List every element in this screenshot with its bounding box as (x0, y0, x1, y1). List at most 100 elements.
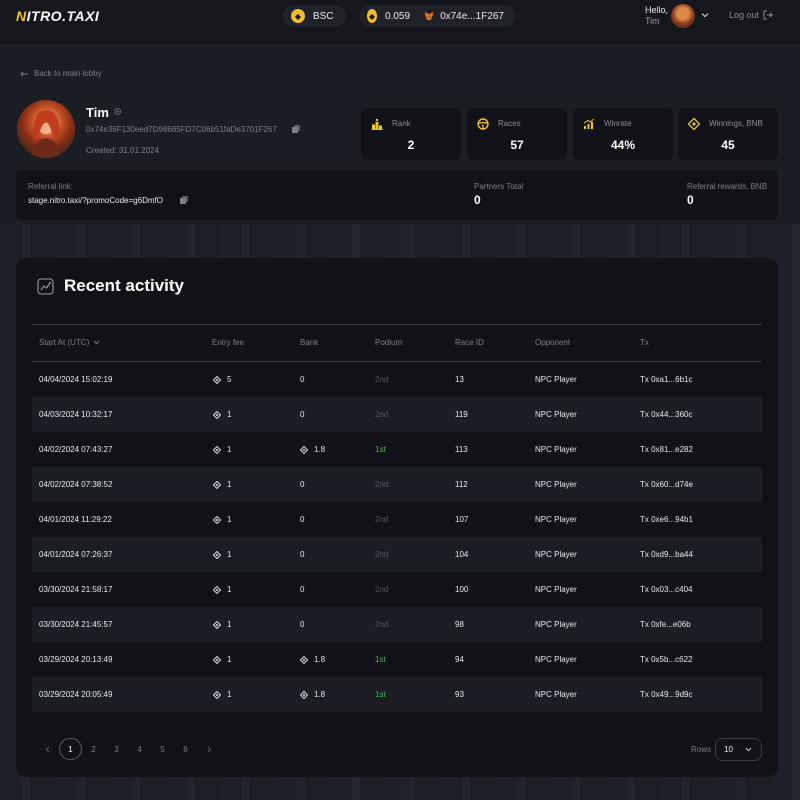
cell-tx-link[interactable]: Tx 0x60...d74e (640, 480, 693, 489)
page-button-5[interactable]: 5 (151, 738, 174, 760)
app-logo[interactable]: NITRO.TAXI (16, 8, 99, 24)
referral-panel: Referral link: stage.nitro.taxi/?promoCo… (16, 170, 778, 220)
referral-link-value[interactable]: stage.nitro.taxi/?promoCode=g6DmfO (28, 196, 163, 205)
cell-tx-link[interactable]: Tx 0x44...360c (640, 410, 692, 419)
cell-podium: 2nd (375, 410, 389, 419)
table-row: 03/30/2024 21:58:17 1 0 2nd 100 NPC Player Tx … (32, 572, 762, 607)
cell-bank: 0 (300, 585, 305, 594)
chevron-down-icon (745, 747, 752, 752)
user-avatar[interactable] (671, 4, 695, 28)
page-button-6[interactable]: 6 (174, 738, 197, 760)
referral-link-label: Referral link: (28, 182, 73, 191)
column-podium: Podium (375, 338, 403, 347)
podium-icon (371, 118, 383, 130)
page-button-1[interactable]: 1 (59, 738, 82, 760)
settings-gear-icon[interactable] (113, 107, 122, 116)
table-row: 04/03/2024 10:32:17 1 0 2nd 119 NPC Player Tx … (32, 397, 762, 432)
cell-entry-fee: 5 (213, 375, 231, 384)
cell-tx-link[interactable]: Tx 0xfe...e06b (640, 620, 691, 629)
copy-icon[interactable] (180, 196, 188, 204)
page-prev-button[interactable] (36, 738, 59, 760)
cell-podium: 2nd (375, 515, 389, 524)
bnb-icon (213, 655, 221, 664)
cell-tx-link[interactable]: Tx 0x49...9d9c (640, 690, 692, 699)
bnb-icon (213, 515, 221, 524)
cell-start-at: 04/01/2024 11:29:22 (39, 515, 112, 524)
page-button-4[interactable]: 4 (128, 738, 151, 760)
bnb-icon (300, 690, 308, 699)
cell-race-id: 94 (455, 655, 464, 664)
cell-race-id: 112 (455, 480, 468, 489)
cell-podium: 2nd (375, 585, 389, 594)
top-bar: NITRO.TAXI ◆ BSC ◆ 0.059 0x74e...1F267 H… (0, 0, 800, 44)
logout-icon (763, 10, 773, 20)
page-button-2[interactable]: 2 (82, 738, 105, 760)
cell-opponent: NPC Player (535, 690, 577, 699)
bnb-icon (213, 480, 221, 489)
profile-created-date: Created: 31.01.2024 (86, 146, 159, 155)
recent-activity-panel: Recent activity Start At (UTC) Entry fee… (16, 258, 778, 777)
cell-podium: 1st (375, 690, 386, 699)
column-opponent: Opponent (535, 338, 571, 347)
cell-opponent: NPC Player (535, 445, 577, 454)
cell-opponent: NPC Player (535, 375, 577, 384)
cell-entry-fee: 1 (213, 585, 231, 594)
stat-card-winrate: Winrate 44% (573, 108, 673, 160)
rows-per-page-select[interactable]: 10 (715, 738, 762, 761)
cell-tx-link[interactable]: Tx 0x5b...c622 (640, 655, 692, 664)
column-race-id: Race ID (455, 338, 484, 347)
column-tx: Tx (640, 338, 649, 347)
copy-icon[interactable] (292, 125, 300, 133)
steering-wheel-icon (477, 118, 489, 130)
back-to-lobby-link[interactable]: Back to main lobby (20, 69, 102, 78)
partners-total-label: Partners Total (474, 182, 524, 191)
cell-entry-fee: 1 (213, 690, 231, 699)
network-selector[interactable]: ◆ BSC (283, 5, 346, 27)
wallet-address: 0x74e...1F267 (440, 10, 504, 22)
stat-card-rank: Rank 2 (361, 108, 461, 160)
cell-podium: 1st (375, 445, 386, 454)
bnb-icon (688, 118, 700, 130)
chevron-down-icon[interactable] (701, 11, 709, 19)
page-next-button[interactable] (197, 738, 220, 760)
column-start-at[interactable]: Start At (UTC) (39, 338, 100, 347)
cell-tx-link[interactable]: Tx 0xd9...ba44 (640, 550, 693, 559)
cell-start-at: 03/30/2024 21:45:57 (39, 620, 113, 629)
bnb-icon (213, 585, 221, 594)
cell-entry-fee: 1 (213, 480, 231, 489)
cell-tx-link[interactable]: Tx 0x81...e282 (640, 445, 693, 454)
cell-race-id: 93 (455, 690, 464, 699)
cell-bank: 0 (300, 410, 305, 419)
logout-button[interactable]: Log out (729, 10, 773, 20)
stat-card-winnings: Winnings, BNB 45 (678, 108, 778, 160)
cell-race-id: 113 (455, 445, 468, 454)
cell-tx-link[interactable]: Tx 0xa1...6b1c (640, 375, 692, 384)
wallet-chip[interactable]: ◆ 0.059 0x74e...1F267 (359, 5, 516, 27)
page-button-3[interactable]: 3 (105, 738, 128, 760)
cell-race-id: 104 (455, 550, 469, 559)
cell-entry-fee: 1 (213, 550, 231, 559)
table-row: 04/01/2024 11:29:22 1 0 2nd 107 NPC Player Tx … (32, 502, 762, 537)
cell-bank: 0 (300, 375, 305, 384)
bnb-icon (213, 375, 221, 384)
cell-start-at: 04/02/2024 07:43:27 (39, 445, 113, 454)
column-entry-fee: Entry fee (212, 338, 245, 347)
cell-tx-link[interactable]: Tx 0x03...c404 (640, 585, 692, 594)
table-row: 03/30/2024 21:45:57 1 0 2nd 98 NPC Player Tx 0… (32, 607, 762, 642)
avatar-portrait-icon (31, 110, 61, 158)
cell-opponent: NPC Player (535, 480, 577, 489)
table-row: 04/02/2024 07:38:52 1 0 2nd 112 NPC Player Tx … (32, 467, 762, 502)
table-row: 03/29/2024 20:13:49 1 1.8 1st 94 NPC Player Tx… (32, 642, 762, 677)
bnb-coin-icon: ◆ (367, 9, 378, 23)
recent-activity-title: Recent activity (64, 276, 184, 295)
bnb-coin-icon: ◆ (291, 9, 305, 23)
chart-bars-icon (583, 118, 595, 129)
cell-start-at: 04/02/2024 07:38:52 (39, 480, 113, 489)
cell-race-id: 107 (455, 515, 469, 524)
cell-bank: 1.8 (300, 445, 325, 454)
profile-avatar (17, 100, 75, 158)
balance-value: 0.059 (385, 10, 411, 22)
bnb-icon (300, 445, 308, 454)
cell-tx-link[interactable]: Tx 0xe6...94b1 (640, 515, 693, 524)
bnb-icon (213, 410, 221, 419)
